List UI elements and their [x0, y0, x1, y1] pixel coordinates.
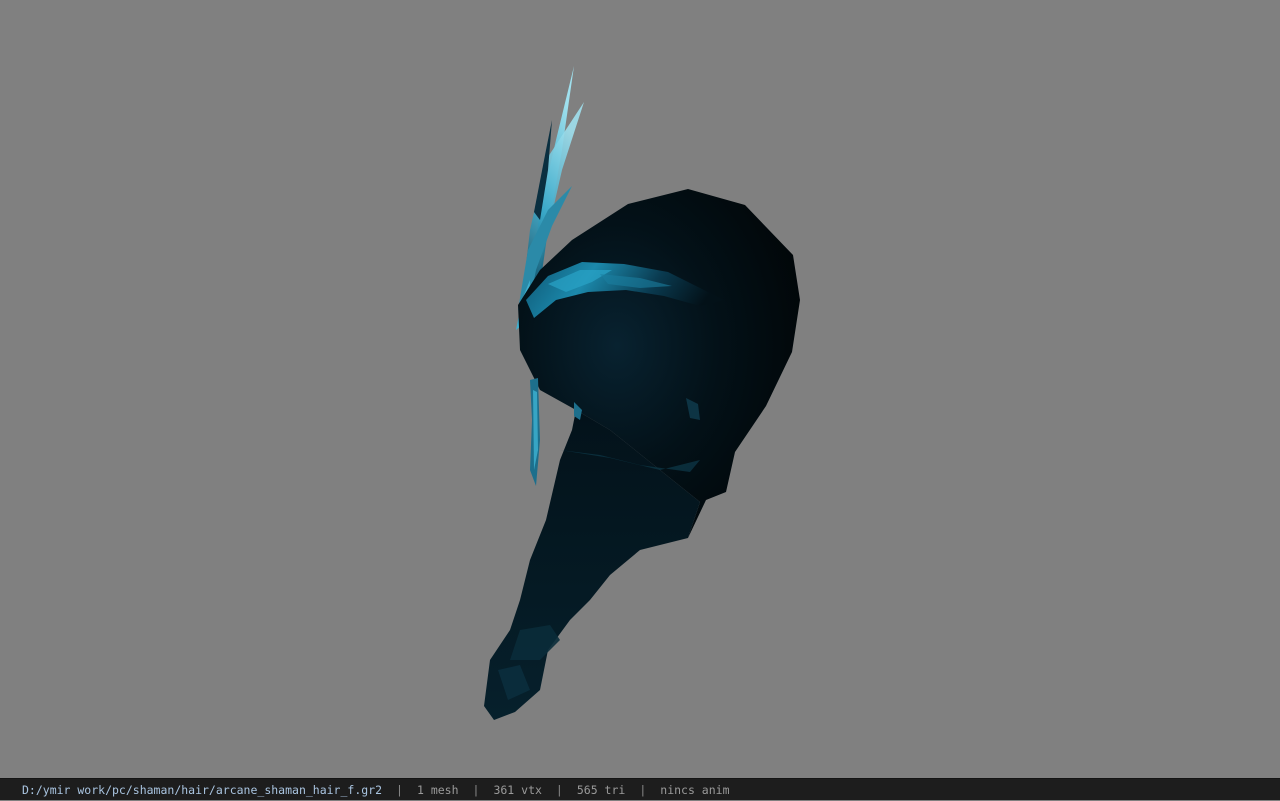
status-separator: | — [555, 782, 563, 797]
status-bar: D:/ymir work/pc/shaman/hair/arcane_shama… — [0, 778, 1280, 800]
status-separator: | — [396, 782, 403, 797]
mesh-count: 1 mesh — [416, 782, 459, 797]
3d-viewport[interactable] — [0, 0, 1280, 778]
hair-model-render[interactable] — [0, 0, 1280, 778]
status-separator: | — [472, 782, 480, 797]
file-path: D:/ymir work/pc/shaman/hair/arcane_shama… — [22, 782, 383, 797]
triangle-count: 565 tri — [576, 782, 626, 797]
vertex-count: 361 vtx — [493, 782, 542, 797]
status-separator: | — [639, 782, 647, 797]
animation-status: nincs anim — [660, 782, 730, 797]
